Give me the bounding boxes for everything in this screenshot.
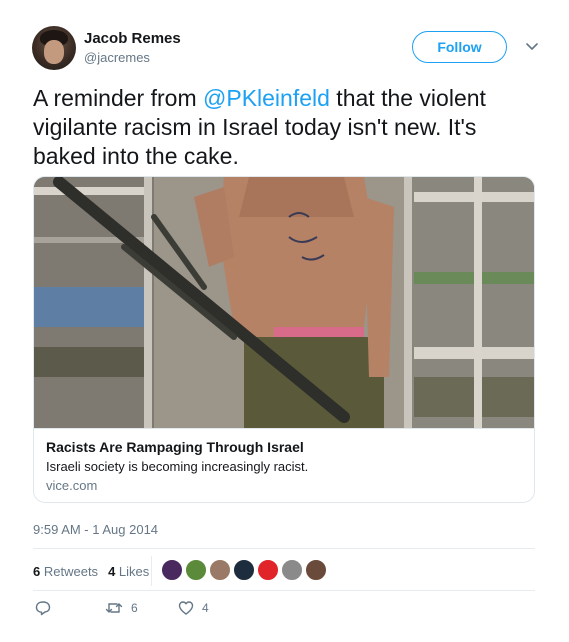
retweet-button[interactable]: 6 [105,600,138,616]
retweets-label: Retweets [43,563,99,579]
liker-avatar[interactable] [257,559,279,581]
reply-icon [35,601,51,616]
tweet-header: Jacob Remes @jacremes Follow [32,22,552,74]
author-name[interactable]: Jacob Remes [84,30,181,47]
divider [33,548,535,549]
likes-stat[interactable]: 4 Likes [108,564,149,579]
engagement-stats: 6 Retweets 4 Likes [33,556,327,586]
mention-link[interactable]: @PKleinfeld [203,85,330,111]
avatar[interactable] [32,26,76,70]
liker-avatar[interactable] [185,559,207,581]
card-image[interactable] [34,177,534,428]
chevron-down-icon[interactable] [524,38,540,54]
tweet-text-before: A reminder from [33,85,203,111]
like-count: 4 [202,601,209,615]
tweet-actions: 6 4 [33,600,333,624]
likes-count: 4 [108,563,116,579]
liker-avatar[interactable] [161,559,183,581]
tweet-text: A reminder from @PKleinfeld that the vio… [33,84,538,171]
divider [33,590,535,591]
timestamp[interactable]: 9:59 AM - 1 Aug 2014 [33,522,158,537]
card-body[interactable]: Racists Are Rampaging Through Israel Isr… [34,428,534,502]
liker-avatar[interactable] [281,559,303,581]
retweet-icon [105,603,123,613]
retweet-count: 6 [131,601,138,615]
retweets-count: 6 [33,563,41,579]
reply-button[interactable] [35,600,51,616]
card-title[interactable]: Racists Are Rampaging Through Israel [46,439,522,455]
card-description: Israeli society is becoming increasingly… [46,459,309,474]
liker-avatar[interactable] [305,559,327,581]
follow-button[interactable]: Follow [412,31,507,63]
author-handle[interactable]: @jacremes [84,50,150,65]
heart-icon [178,601,194,615]
retweets-stat[interactable]: 6 Retweets [33,564,98,579]
card-domain[interactable]: vice.com [46,478,522,493]
like-button[interactable]: 4 [178,600,209,616]
avatar-face [44,40,64,64]
stats-separator [151,556,152,586]
liker-avatar[interactable] [209,559,231,581]
link-card[interactable]: Racists Are Rampaging Through Israel Isr… [33,176,535,503]
likes-label: Likes [118,563,150,579]
liker-avatar[interactable] [233,559,255,581]
liker-avatars [161,559,329,581]
